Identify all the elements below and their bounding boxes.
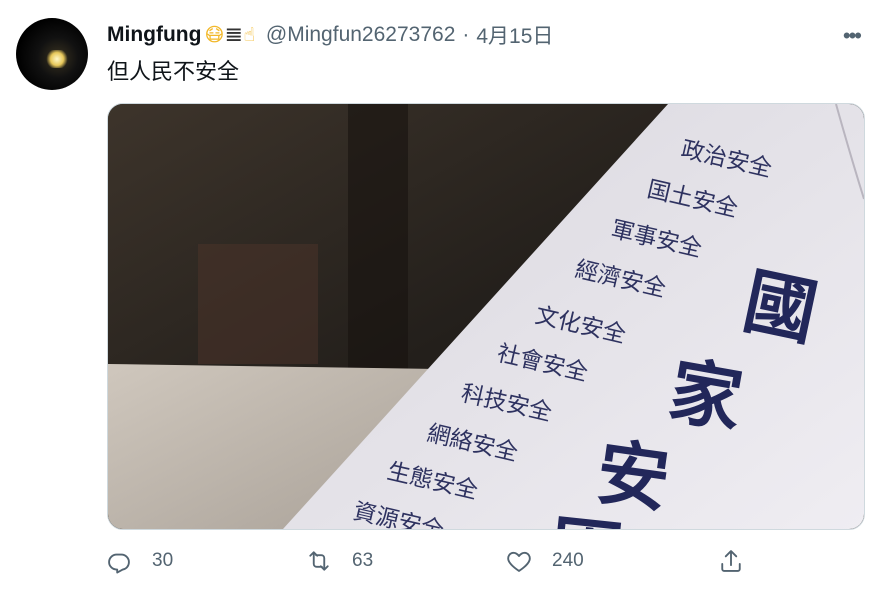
share-icon <box>721 550 741 572</box>
photo-canvas: 政治安全国土安全軍事安全經濟安全文化安全社會安全科技安全網絡安全生態安全資源安全… <box>108 104 864 529</box>
mask-emoji: 😷 <box>204 24 226 46</box>
share-button[interactable] <box>717 543 745 579</box>
dark-column <box>348 104 408 374</box>
reply-count: 30 <box>152 550 174 571</box>
sign-title-char: 安 <box>592 429 675 523</box>
retweet-icon <box>309 551 329 571</box>
more-options-icon[interactable]: ••• <box>843 23 862 49</box>
header-separator: · <box>462 23 470 46</box>
avatar-light <box>46 50 68 68</box>
lines-emoji: 𝌆 <box>225 24 244 46</box>
name-emojis: 😷𝌆☝ <box>204 24 255 46</box>
blurred-shape <box>198 244 318 364</box>
avatar[interactable] <box>16 18 88 90</box>
like-button[interactable]: 240 <box>505 543 584 579</box>
reply-button[interactable]: 30 <box>105 543 173 579</box>
tweet-text: 但人民不安全 <box>107 60 240 85</box>
display-name[interactable]: Mingfung <box>107 23 201 47</box>
retweet-button[interactable]: 63 <box>305 543 373 579</box>
heart-icon <box>507 551 531 572</box>
tweet-actions: 30 63 240 <box>105 543 755 579</box>
reply-icon <box>108 553 130 574</box>
sign-title-char: 家 <box>663 347 749 443</box>
retweet-count: 63 <box>352 550 374 571</box>
tweet-date[interactable]: 4月15日 <box>476 20 553 50</box>
tweet-header: Mingfung 😷𝌆☝ @Mingfun26273762 · 4月15日 ••… <box>107 20 866 50</box>
user-handle[interactable]: @Mingfun26273762 <box>266 23 455 47</box>
like-count: 240 <box>552 550 584 571</box>
tweet-photo[interactable]: 政治安全 国土安全 軍事安全 經濟安全 文化安全 社會安全 科技安全 網絡安全 生態安全 資源安全… <box>107 103 865 530</box>
pointing-up-emoji: ☝ <box>243 24 256 46</box>
